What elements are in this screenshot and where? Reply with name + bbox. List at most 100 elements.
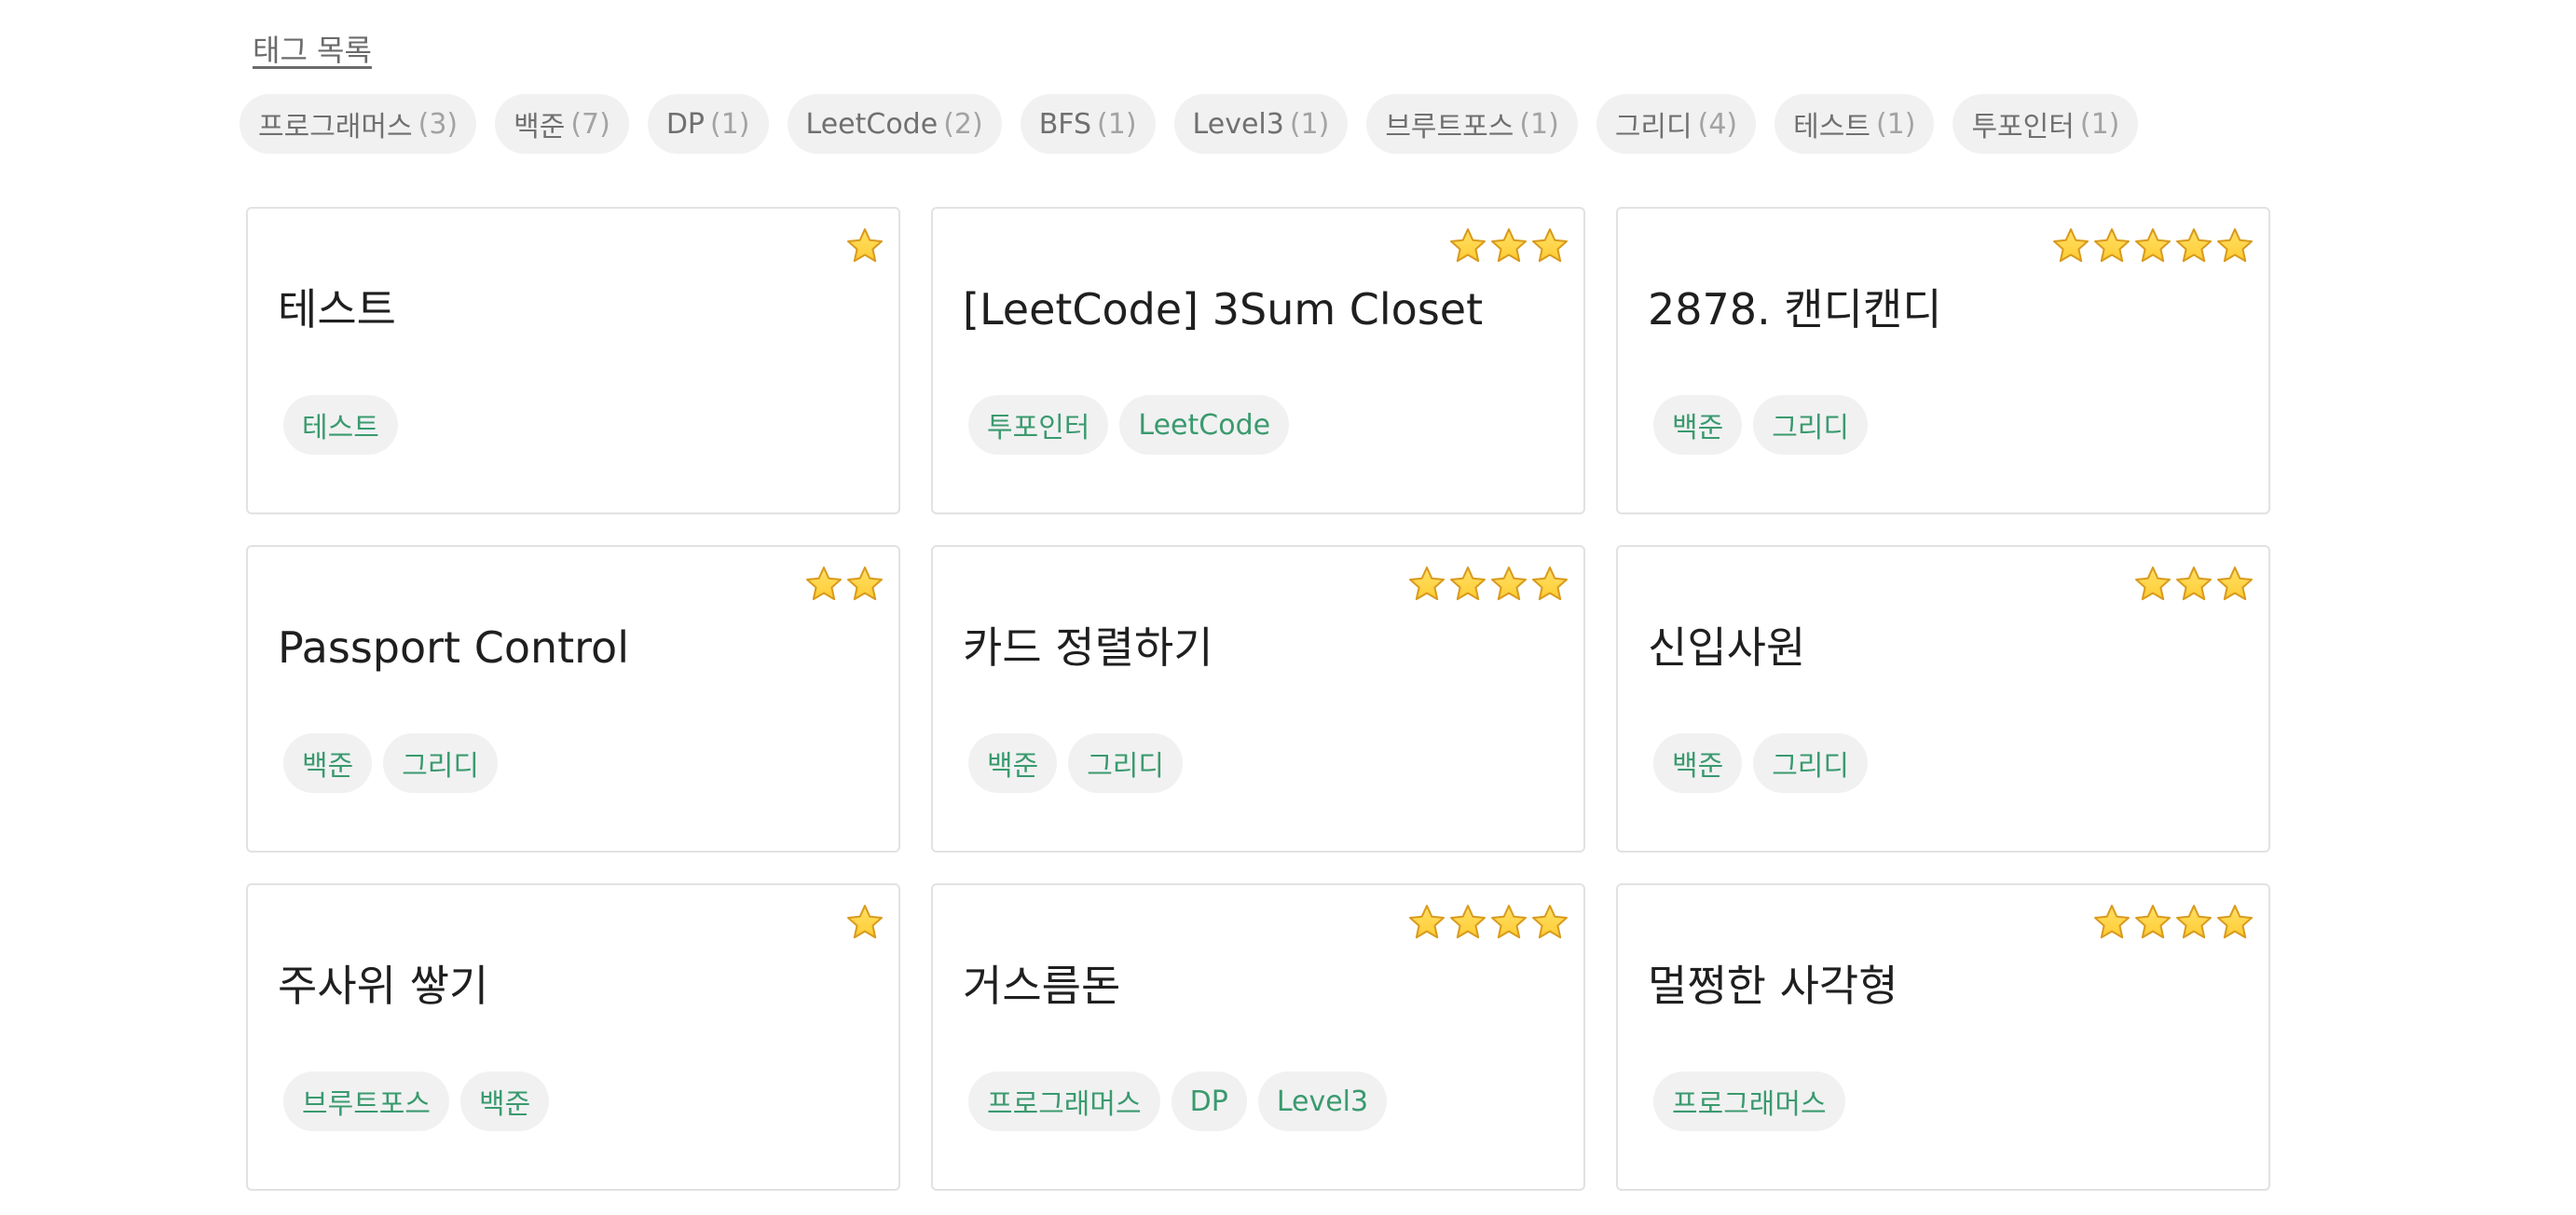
star-icon	[1450, 567, 1486, 601]
post-card-tags: 브루트포스 백준	[283, 1072, 550, 1131]
post-card[interactable]: 거스름돈프로그래머스 DP Level3	[931, 883, 1585, 1191]
tag-filter-count: (1)	[1289, 107, 1330, 141]
difficulty-stars	[2132, 564, 2255, 605]
post-card-tags: 프로그래머스	[1653, 1072, 1845, 1131]
tag-filter-chip[interactable]: 백준 (7)	[495, 94, 629, 154]
post-tag-chip[interactable]: Level3	[1257, 1072, 1388, 1131]
tag-filter-name: 그리디	[1614, 111, 1692, 143]
tag-filter-chip[interactable]: 프로그래머스 (3)	[240, 94, 477, 154]
tag-filter-chip[interactable]: BFS (1)	[1020, 94, 1156, 154]
star-icon	[2217, 228, 2253, 263]
tag-filter-name: 투포인터	[1971, 111, 2075, 143]
tag-filter-count: (4)	[1697, 107, 1738, 141]
tag-filter-count: (1)	[1875, 107, 1916, 141]
post-card[interactable]: Passport Control 백준 그리디	[246, 545, 900, 853]
tag-filter-count: (1)	[1519, 107, 1559, 141]
tag-filter-name: 브루트포스	[1385, 111, 1514, 143]
star-icon	[847, 228, 883, 263]
post-card-title: 주사위 쌓기	[278, 961, 489, 1011]
star-icon	[2176, 567, 2212, 601]
post-card[interactable]: 테스트 테스트	[246, 207, 900, 514]
difficulty-stars	[844, 225, 885, 266]
post-card-tags: 백준 그리디	[283, 733, 499, 793]
post-tag-chip[interactable]: 백준	[283, 733, 373, 793]
post-card-title: 카드 정렬하기	[963, 622, 1213, 673]
post-card-tags: 테스트	[283, 395, 398, 455]
star-icon	[1450, 905, 1486, 939]
difficulty-stars	[1406, 564, 1570, 605]
post-card-tags: 백준 그리디	[968, 733, 1184, 793]
difficulty-stars	[2091, 902, 2255, 943]
tag-filter-name: BFS	[1038, 107, 1092, 141]
star-icon	[2053, 228, 2089, 263]
difficulty-stars	[1447, 225, 1570, 266]
star-icon	[2135, 567, 2171, 601]
tag-filter-name: LeetCode	[805, 107, 939, 141]
star-icon	[2094, 905, 2130, 939]
post-card-title: 거스름돈	[963, 961, 1121, 1011]
post-tag-chip[interactable]: 그리디	[383, 733, 499, 793]
post-tag-chip[interactable]: 테스트	[283, 395, 398, 455]
post-card-title: 테스트	[278, 284, 396, 334]
star-icon	[1491, 567, 1527, 601]
post-tag-chip[interactable]: 그리디	[1753, 395, 1869, 455]
tag-filter-name: Level3	[1192, 107, 1284, 141]
star-icon	[1532, 567, 1568, 601]
tag-filter-chip[interactable]: 투포인터 (1)	[1953, 94, 2139, 154]
tag-filter-chip[interactable]: Level3 (1)	[1173, 94, 1349, 154]
tag-filter-chip[interactable]: DP (1)	[647, 94, 769, 154]
star-icon	[1409, 905, 1445, 939]
star-icon	[847, 567, 883, 601]
tag-filter-name: DP	[665, 107, 706, 141]
post-tag-chip[interactable]: 백준	[1653, 395, 1743, 455]
tag-filter-count: (7)	[570, 107, 610, 141]
post-card-title: Passport Control	[278, 622, 629, 673]
star-icon	[1532, 905, 1568, 939]
tag-filter-chip[interactable]: 테스트 (1)	[1774, 94, 1935, 154]
star-icon	[806, 567, 842, 601]
star-icon	[2135, 228, 2171, 263]
post-card-tags: 투포인터 LeetCode	[968, 395, 1290, 455]
tag-list-title[interactable]: 태그 목록	[253, 32, 372, 69]
tag-filter-chip[interactable]: 그리디 (4)	[1596, 94, 1757, 154]
post-card-title: [LeetCode] 3Sum Closet	[963, 284, 1484, 334]
post-tag-chip[interactable]: 투포인터	[968, 395, 1109, 455]
star-icon	[1532, 228, 1568, 263]
post-card-title: 2878. 캔디캔디	[1648, 284, 1942, 334]
post-card[interactable]: 2878. 캔디캔디백준 그리디	[1616, 207, 2270, 514]
star-icon	[1409, 567, 1445, 601]
post-tag-chip[interactable]: 그리디	[1753, 733, 1869, 793]
tag-filter-count: (2)	[943, 107, 983, 141]
post-tag-chip[interactable]: LeetCode	[1119, 395, 1290, 455]
difficulty-stars	[2050, 225, 2255, 266]
tag-filter-bar: 프로그래머스 (3) 백준 (7) DP (1) LeetCode (2) BFS (1) Leve…	[240, 94, 2139, 154]
star-icon	[2176, 228, 2212, 263]
star-icon	[2217, 905, 2253, 939]
tag-filter-chip[interactable]: 브루트포스 (1)	[1366, 94, 1578, 154]
post-card[interactable]: 카드 정렬하기백준 그리디	[931, 545, 1585, 853]
post-tag-chip[interactable]: DP	[1171, 1072, 1247, 1131]
star-icon	[2217, 567, 2253, 601]
post-tag-chip[interactable]: 프로그래머스	[1653, 1072, 1845, 1131]
post-card[interactable]: 신입사원 백준 그리디	[1616, 545, 2270, 853]
post-tag-chip[interactable]: 백준	[460, 1072, 550, 1131]
tag-filter-chip[interactable]: LeetCode (2)	[787, 94, 1002, 154]
post-card-tags: 백준 그리디	[1653, 395, 1869, 455]
post-tag-chip[interactable]: 백준	[1653, 733, 1743, 793]
star-icon	[2094, 228, 2130, 263]
star-icon	[2135, 905, 2171, 939]
post-tag-chip[interactable]: 그리디	[1068, 733, 1184, 793]
post-card-tags: 백준 그리디	[1653, 733, 1869, 793]
star-icon	[1450, 228, 1486, 263]
difficulty-stars	[803, 564, 885, 605]
post-tag-chip[interactable]: 백준	[968, 733, 1058, 793]
post-card[interactable]: 주사위 쌓기브루트포스 백준	[246, 883, 900, 1191]
post-card[interactable]: 멀쩡한 사각형 프로그래머스	[1616, 883, 2270, 1191]
post-tag-chip[interactable]: 프로그래머스	[968, 1072, 1160, 1131]
star-icon	[1491, 228, 1527, 263]
post-tag-chip[interactable]: 브루트포스	[283, 1072, 449, 1131]
tag-filter-count: (1)	[2079, 107, 2120, 141]
post-card[interactable]: [LeetCode] 3Sum Closet 투포인터 LeetCode	[931, 207, 1585, 514]
tag-filter-count: (1)	[710, 107, 750, 141]
tag-filter-name: 프로그래머스	[258, 111, 413, 143]
